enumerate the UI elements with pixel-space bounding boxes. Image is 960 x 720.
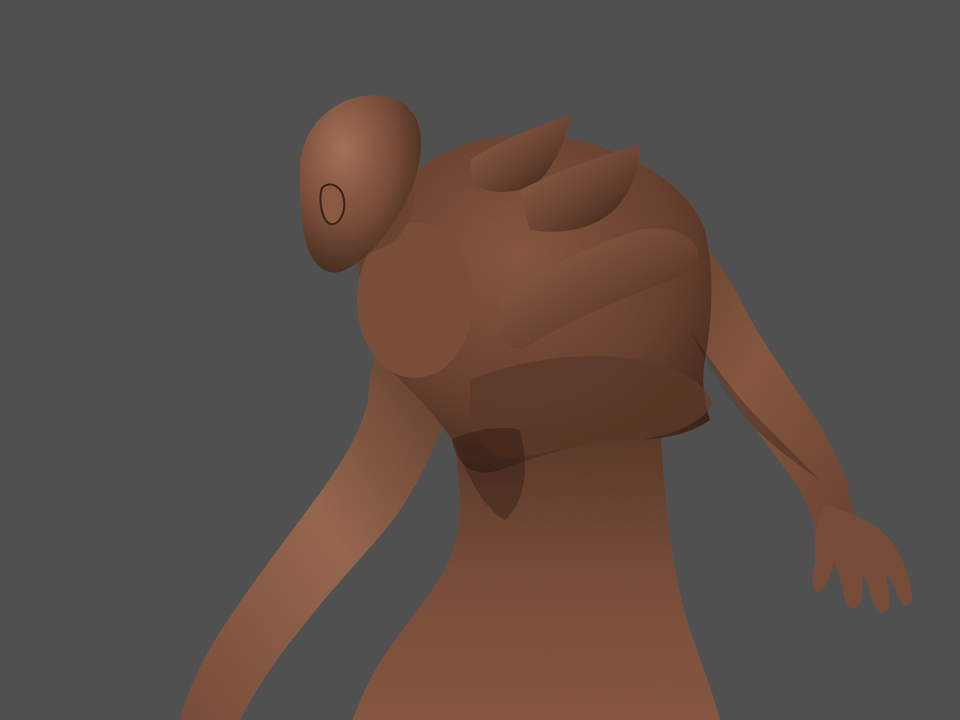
render-viewport bbox=[0, 0, 960, 720]
creature-render bbox=[180, 95, 913, 720]
right-hand bbox=[812, 505, 913, 614]
ear bbox=[319, 183, 346, 226]
